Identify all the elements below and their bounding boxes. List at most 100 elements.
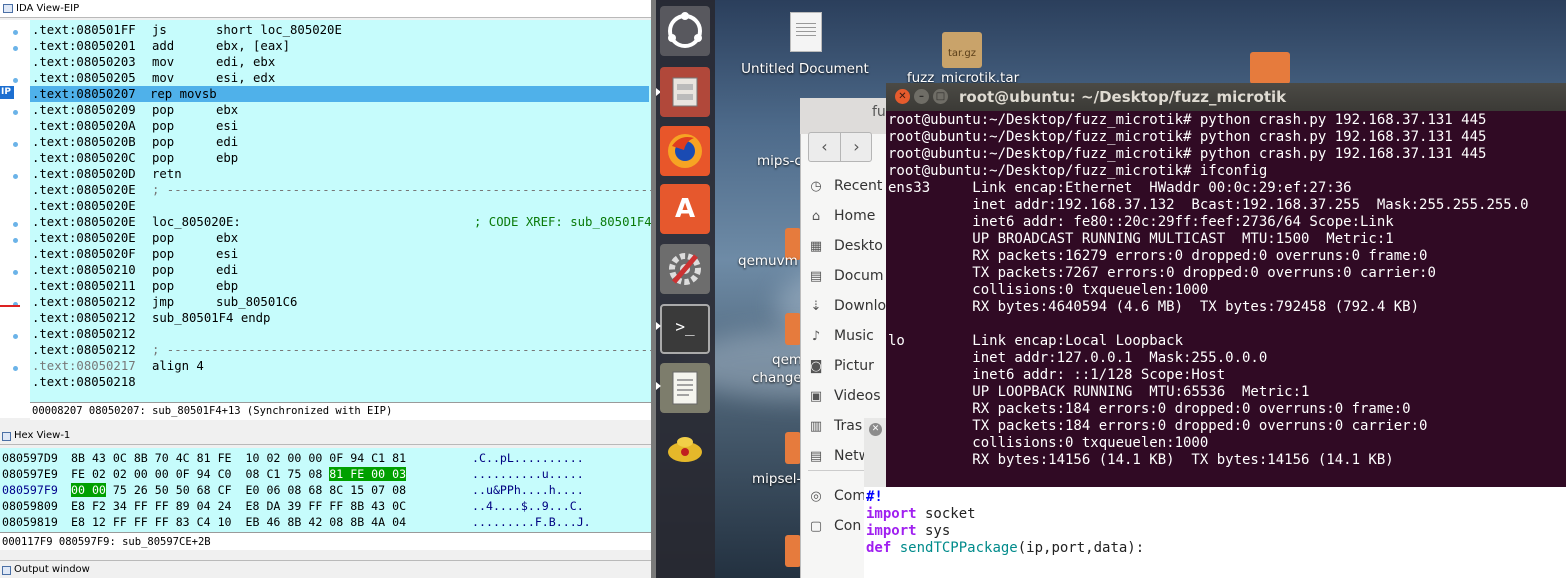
code-line[interactable]: .text:08050212 jmp sub_80501C6 <box>32 294 651 310</box>
terminal-icon: >_ <box>675 317 695 336</box>
minimize-icon[interactable]: – <box>914 89 929 104</box>
terminal-line: UP LOOPBACK RUNNING MTU:65536 Metric:1 <box>888 384 1310 400</box>
terminal-launcher-button[interactable]: >_ <box>660 304 710 354</box>
editor-line[interactable]: #! <box>866 489 883 506</box>
code-line[interactable]: .text:08050218 <box>32 374 651 390</box>
code-mnemonic: pop <box>152 103 175 117</box>
code-line[interactable]: .text:08050212 <box>32 326 651 342</box>
code-line[interactable]: .text:080501FF js short loc_805020E <box>32 22 651 38</box>
folder-icon[interactable] <box>785 535 801 567</box>
hex-row[interactable]: 08059819 E8 12 FF FF FF 83 C4 10 EB 46 8B… <box>2 514 651 530</box>
code-mnemonic: pop <box>152 151 175 165</box>
code-line[interactable]: .text:0805020B pop edi <box>32 134 651 150</box>
code-line[interactable]: .text:08050217 align 4 <box>32 358 651 374</box>
code-line[interactable]: .text:0805020E pop ebx <box>32 230 651 246</box>
desktop-icon-label[interactable]: Untitled Document <box>735 61 875 77</box>
code-line[interactable]: .text:08050201 add ebx, [eax] <box>32 38 651 54</box>
ida-view-tab[interactable]: IDA View-EIP <box>0 0 651 18</box>
hex-row[interactable]: 080597E9 FE 02 02 00 00 0F 94 C0 08 C1 75… <box>2 466 651 482</box>
terminal-line: RX packets:16279 errors:0 dropped:0 over… <box>888 248 1428 264</box>
code-address: .text:08050209 <box>32 103 136 117</box>
code-operand: esi <box>216 247 239 261</box>
hex-selected-bytes[interactable]: 00 00 <box>71 483 106 497</box>
files-title: fu <box>872 104 886 120</box>
ida-disassembly[interactable]: .text:080501FF js short loc_805020E .text:0… <box>30 20 651 402</box>
terminal-line: ens33 Link encap:Ethernet HWaddr 00:0c:2… <box>888 180 1352 196</box>
gutter-dot <box>13 270 18 275</box>
desktop-icon-label[interactable]: mipsel- <box>752 471 802 487</box>
folder-icon[interactable] <box>1250 52 1290 84</box>
code-line[interactable]: .text:0805020C pop ebp <box>32 150 651 166</box>
code-operand: ebx, [eax] <box>216 39 291 53</box>
forward-button[interactable]: › <box>841 133 872 161</box>
close-icon[interactable]: ✕ <box>869 423 882 436</box>
folder-icon[interactable] <box>785 313 801 345</box>
maximize-icon[interactable]: □ <box>933 89 948 104</box>
text-editor-launcher-button[interactable] <box>660 363 710 413</box>
document-icon[interactable] <box>790 12 822 52</box>
editor-line[interactable]: import socket <box>866 506 976 523</box>
hex-row[interactable]: 080597D9 8B 43 0C 8B 70 4C 81 FE 10 02 00… <box>2 450 651 466</box>
hex-bytes[interactable]: E8 F2 34 FF FF 89 04 24 E8 DA 39 FF FF 8… <box>71 498 406 514</box>
software-center-button[interactable]: A <box>660 184 710 234</box>
hex-selected-bytes[interactable]: 81 FE 00 03 <box>329 467 407 481</box>
desktop-icon-label[interactable]: fuzz_microtik.tar <box>898 70 1028 84</box>
code-operand: ebp <box>216 279 239 293</box>
back-button[interactable]: ‹ <box>809 133 840 161</box>
settings-launcher-button[interactable] <box>660 244 710 294</box>
code-line[interactable]: .text:0805020A pop esi <box>32 118 651 134</box>
terminal-titlebar[interactable]: ✕ – □ root@ubuntu: ~/Desktop/fuzz_microt… <box>886 83 1566 111</box>
ubuntu-logo-button[interactable] <box>660 6 710 56</box>
hex-row[interactable]: 080597F9 00 00 75 26 50 50 68 CF E0 06 08… <box>2 482 651 498</box>
code-line[interactable]: .text:0805020E ; ------------------------… <box>32 182 651 198</box>
hex-row[interactable]: 08059809 E8 F2 34 FF FF 89 04 24 E8 DA 39… <box>2 498 651 514</box>
hex-view[interactable]: 080597D9 8B 43 0C 8B 70 4C 81 FE 10 02 00… <box>0 448 651 532</box>
hex-bytes[interactable]: 8B 43 0C 8B 70 4C 81 FE 10 02 00 00 0F 9… <box>71 450 406 466</box>
code-line[interactable]: .text:08050209 pop ebx <box>32 102 651 118</box>
shopping-bag-icon: A <box>674 194 696 224</box>
code-line[interactable]: .text:08050207 rep movsb <box>30 86 649 102</box>
terminal-line: root@ubuntu:~/Desktop/fuzz_microtik# pyt… <box>888 112 1487 128</box>
files-launcher-button[interactable] <box>660 67 710 117</box>
desktop-icon-label[interactable]: change <box>752 370 802 386</box>
sidebar-item-label: Recent <box>834 178 883 194</box>
hex-bytes-group: E8 12 FF FF FF 83 C4 10 <box>71 515 232 529</box>
code-line[interactable]: .text:0805020D retn <box>32 166 651 182</box>
hex-bytes[interactable]: FE 02 02 00 00 0F 94 C0 08 C1 75 08 81 F… <box>71 466 407 482</box>
terminal-output[interactable]: root@ubuntu:~/Desktop/fuzz_microtik# pyt… <box>886 111 1566 521</box>
archive-icon[interactable]: tar.gz <box>942 32 982 68</box>
code-line[interactable]: .text:08050203 mov edi, ebx <box>32 54 651 70</box>
ida-view-title: IDA View-EIP <box>16 3 80 14</box>
desktop-icon-label[interactable]: mips-c <box>757 153 802 169</box>
folder-icon[interactable] <box>785 432 801 464</box>
code-line[interactable]: .text:08050212 ; ------------------------… <box>32 342 651 358</box>
gutter-dot <box>13 30 18 35</box>
code-editor[interactable]: #! import socket import sys def sendTCPPack… <box>864 487 1566 578</box>
python-app-launcher-button[interactable] <box>660 420 710 470</box>
sidebar-item-label: Downlo <box>834 298 887 314</box>
editor-line[interactable]: def sendTCPPackage(ip,port,data): <box>866 540 1144 557</box>
code-line[interactable]: .text:0805020E loc_805020E: ; CODE XREF: s… <box>32 214 651 230</box>
output-window-tab[interactable]: Output window <box>0 560 651 578</box>
code-line[interactable]: .text:08050210 pop edi <box>32 262 651 278</box>
desktop-icon-label[interactable]: qemuvm <box>738 253 800 269</box>
close-icon[interactable]: ✕ <box>895 89 910 104</box>
desktop-icon-label[interactable]: qem <box>772 352 802 368</box>
code-line[interactable]: .text:08050205 mov esi, edx <box>32 70 651 86</box>
output-window-icon <box>2 566 11 575</box>
editor-line[interactable]: import sys <box>866 523 950 540</box>
code-line[interactable]: .text:08050212 sub_80501F4 endp <box>32 310 651 326</box>
terminal-line: RX bytes:4640594 (4.6 MB) TX bytes:79245… <box>888 299 1420 315</box>
terminal-line: root@ubuntu:~/Desktop/fuzz_microtik# pyt… <box>888 129 1487 145</box>
code-line[interactable]: .text:0805020F pop esi <box>32 246 651 262</box>
code-line[interactable]: .text:08050211 pop ebp <box>32 278 651 294</box>
code-line[interactable]: .text:0805020E <box>32 198 651 214</box>
hex-bytes[interactable]: E8 12 FF FF FF 83 C4 10 EB 46 8B 42 08 8… <box>71 514 406 530</box>
firefox-launcher-button[interactable] <box>660 126 710 176</box>
hex-view-tab[interactable]: Hex View-1 <box>0 429 651 445</box>
code-address: .text:0805020C <box>32 151 136 165</box>
hex-bytes[interactable]: 00 00 75 26 50 50 68 CF E0 06 08 68 8C 1… <box>71 482 406 498</box>
code-operand: edi <box>216 263 239 277</box>
sidebar-item-icon: ◙ <box>809 359 823 374</box>
sidebar-item-icon: ◷ <box>810 179 822 194</box>
